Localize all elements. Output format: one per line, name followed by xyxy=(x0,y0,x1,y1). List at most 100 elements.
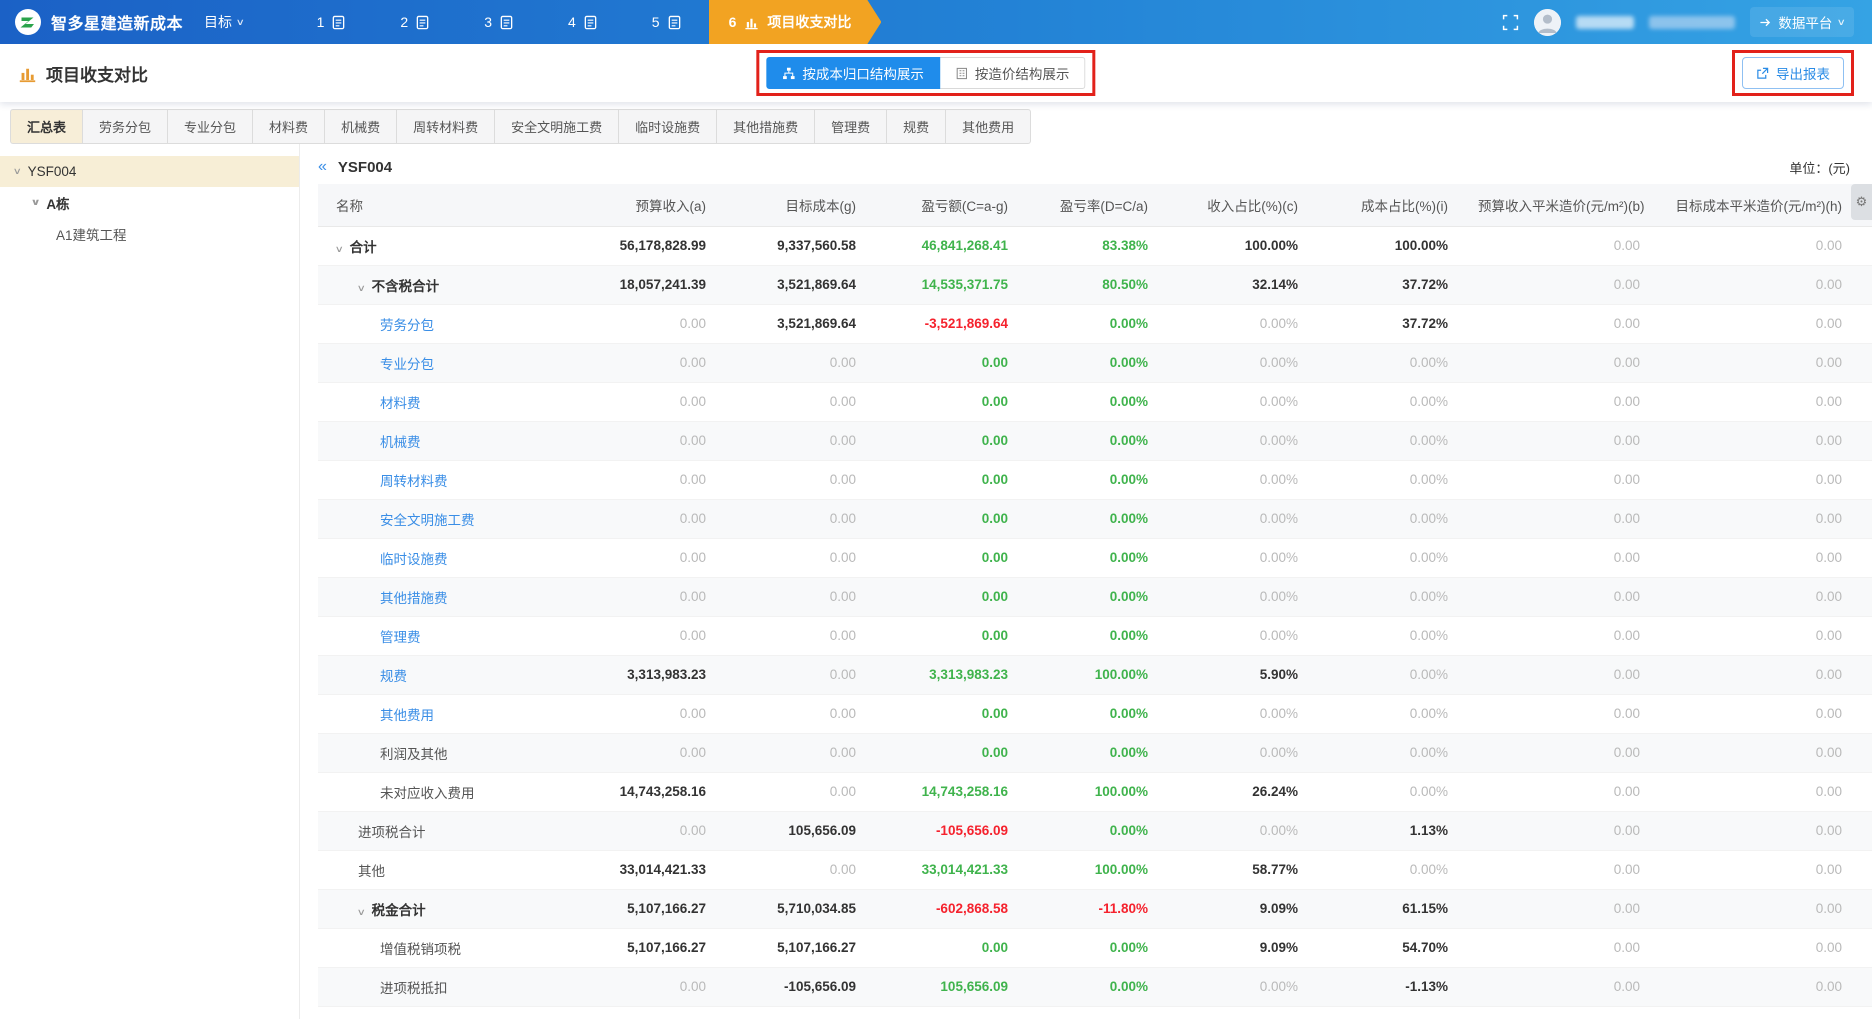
category-link[interactable]: 其他费用 xyxy=(380,708,434,723)
expand-caret-icon[interactable]: ∨ xyxy=(357,283,366,294)
tab-6[interactable]: 周转材料费 xyxy=(396,109,495,144)
page-title: 项目收支对比 xyxy=(46,61,148,86)
tab-7[interactable]: 安全文明施工费 xyxy=(494,109,619,144)
cell-value: 83.38% xyxy=(1038,226,1178,265)
row-label: 不含税合计 xyxy=(372,279,440,294)
cell-value: -3,521,869.64 xyxy=(886,304,1038,343)
category-link[interactable]: 管理费 xyxy=(380,630,421,645)
category-link[interactable]: 机械费 xyxy=(380,435,421,450)
step-2[interactable]: 2 xyxy=(373,0,457,44)
row-name-cell: 管理费 xyxy=(318,616,586,655)
cell-value: 0.00 xyxy=(736,499,886,538)
tab-8[interactable]: 临时设施费 xyxy=(618,109,717,144)
cell-value: 9,337,560.58 xyxy=(736,226,886,265)
column-settings-handle[interactable]: ⚙ xyxy=(1851,184,1872,220)
tree-node-building[interactable]: ∨ A栋 xyxy=(0,187,299,218)
cell-value: 100.00% xyxy=(1038,850,1178,889)
export-icon xyxy=(1756,67,1769,80)
export-report-button[interactable]: 导出报表 xyxy=(1742,57,1844,89)
target-menu[interactable]: 目标 ∨ xyxy=(204,12,244,32)
cell-value: 0.00 xyxy=(1478,733,1670,772)
cell-value: 0.00% xyxy=(1038,382,1178,421)
tab-11[interactable]: 规费 xyxy=(886,109,946,144)
step-number: 2 xyxy=(400,14,408,30)
cell-value: 5,107,166.27 xyxy=(586,928,736,967)
fullscreen-icon[interactable] xyxy=(1502,14,1519,31)
tree-node-unit[interactable]: A1建筑工程 xyxy=(0,218,299,249)
step-4[interactable]: 4 xyxy=(541,0,625,44)
collapse-panel-icon[interactable]: « xyxy=(318,158,327,176)
brand: 智多星建造新成本 目标 ∨ xyxy=(14,8,244,36)
step-number: 6 xyxy=(729,14,737,30)
step-6-active[interactable]: 6项目收支对比 xyxy=(709,0,882,44)
cell-value: 0.00% xyxy=(1178,538,1328,577)
tab-10[interactable]: 管理费 xyxy=(814,109,887,144)
cell-value: 0.00 xyxy=(586,499,736,538)
chevron-down-icon: ∨ xyxy=(236,17,245,28)
category-link[interactable]: 安全文明施工费 xyxy=(380,513,475,528)
annotation-red-box-export: 导出报表 xyxy=(1732,50,1854,96)
cell-value: 0.00% xyxy=(1038,421,1178,460)
table-row: 规费3,313,983.230.003,313,983.23100.00%5.9… xyxy=(318,655,1872,694)
category-link[interactable]: 周转材料费 xyxy=(380,474,448,489)
tree-node-project[interactable]: ∨ YSF004 xyxy=(0,156,299,187)
cell-value: 0.00% xyxy=(1178,421,1328,460)
category-link[interactable]: 其他措施费 xyxy=(380,591,448,606)
category-link[interactable]: 材料费 xyxy=(380,396,421,411)
cell-value: 18,057,241.39 xyxy=(586,265,736,304)
cell-value: 0.00% xyxy=(1038,499,1178,538)
tab-1[interactable]: 汇总表 xyxy=(10,109,83,144)
tab-4[interactable]: 材料费 xyxy=(252,109,325,144)
cell-value: 0.00 xyxy=(886,460,1038,499)
cell-value: 0.00 xyxy=(586,460,736,499)
cell-value: 0.00 xyxy=(586,694,736,733)
cell-value: 0.00 xyxy=(736,343,886,382)
cell-value: 0.00 xyxy=(586,967,736,1006)
cell-value: 0.00 xyxy=(586,733,736,772)
category-link[interactable]: 规费 xyxy=(380,669,407,684)
expand-caret-icon[interactable]: ∨ xyxy=(335,244,344,255)
cell-value: 3,313,983.23 xyxy=(586,655,736,694)
step-1[interactable]: 1 xyxy=(290,0,374,44)
step-number: 4 xyxy=(568,14,576,30)
building-structure-icon xyxy=(955,67,968,80)
cell-value: 0.00% xyxy=(1178,967,1328,1006)
cell-value: 0.00 xyxy=(1670,694,1872,733)
step-5[interactable]: 5 xyxy=(625,0,709,44)
toggle-cost-structure-button[interactable]: 按成本归口结构展示 xyxy=(766,57,940,89)
cell-value: 3,521,869.64 xyxy=(736,265,886,304)
step-number: 1 xyxy=(317,14,325,30)
column-header: 盈亏率(D=C/a) xyxy=(1038,184,1178,226)
row-label: 未对应收入费用 xyxy=(380,786,475,801)
cell-value: 0.00% xyxy=(1178,811,1328,850)
cell-value: 0.00 xyxy=(736,655,886,694)
tab-9[interactable]: 其他措施费 xyxy=(716,109,815,144)
tab-5[interactable]: 机械费 xyxy=(324,109,397,144)
topbar-right: 数据平台 ∨ xyxy=(1502,7,1854,37)
cell-value: 37.72% xyxy=(1328,304,1478,343)
cell-value: 0.00 xyxy=(886,928,1038,967)
cell-value: 0.00% xyxy=(1178,382,1328,421)
category-link[interactable]: 专业分包 xyxy=(380,357,434,372)
app-logo-icon xyxy=(14,8,42,36)
cell-value: 0.00 xyxy=(886,421,1038,460)
avatar[interactable] xyxy=(1534,9,1561,36)
toggle-cost-structure-label: 按成本归口结构展示 xyxy=(802,63,924,83)
row-name-cell: ∨ 不含税合计 xyxy=(318,265,586,304)
cell-value: 0.00% xyxy=(1328,538,1478,577)
cell-value: 0.00% xyxy=(1178,616,1328,655)
platform-switcher[interactable]: 数据平台 ∨ xyxy=(1750,7,1854,37)
toggle-price-structure-button[interactable]: 按造价结构展示 xyxy=(940,57,1086,89)
tab-12[interactable]: 其他费用 xyxy=(945,109,1031,144)
step-3[interactable]: 3 xyxy=(457,0,541,44)
cell-value: 0.00 xyxy=(1478,694,1670,733)
row-name-cell: 进项税抵扣 xyxy=(318,967,586,1006)
category-link[interactable]: 劳务分包 xyxy=(380,318,434,333)
category-link[interactable]: 临时设施费 xyxy=(380,552,448,567)
expand-caret-icon[interactable]: ∨ xyxy=(357,907,366,918)
comparison-table-wrap: 名称预算收入(a)目标成本(g)盈亏额(C=a-g)盈亏率(D=C/a)收入占比… xyxy=(300,184,1872,1019)
cell-value: 0.00% xyxy=(1038,967,1178,1006)
tab-2[interactable]: 劳务分包 xyxy=(82,109,168,144)
cell-value: 0.00 xyxy=(586,811,736,850)
tab-3[interactable]: 专业分包 xyxy=(167,109,253,144)
